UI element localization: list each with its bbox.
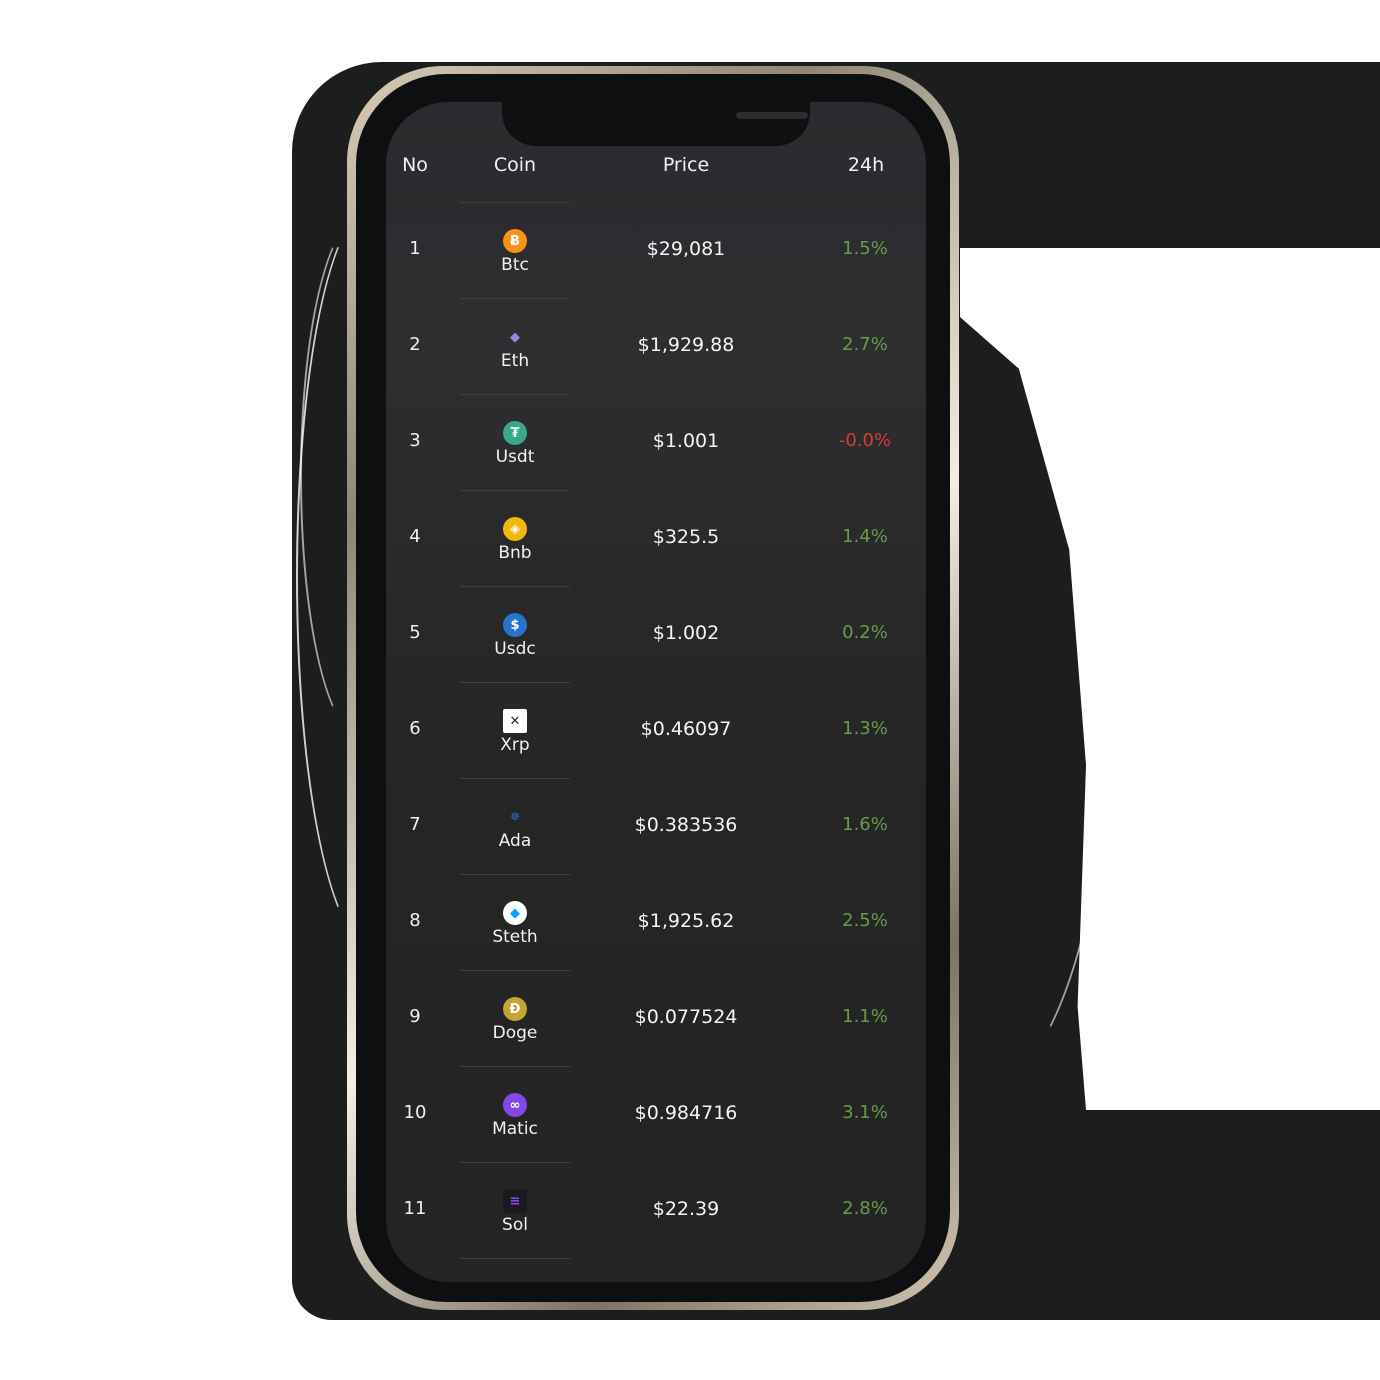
change-24h-value: 2.7% bbox=[842, 334, 888, 355]
change-24h-value: -0.0% bbox=[838, 430, 892, 451]
coin-cell: ◆ Eth bbox=[460, 298, 570, 395]
speaker-grille bbox=[736, 112, 808, 119]
row-number: 6 bbox=[409, 718, 421, 739]
steth-icon: ◆ bbox=[503, 901, 527, 925]
row-number: 1 bbox=[409, 238, 421, 259]
coin-label: Doge bbox=[492, 1023, 538, 1043]
price-value: $0.383536 bbox=[634, 814, 738, 836]
price-value: $29,081 bbox=[646, 238, 726, 260]
price-value: $0.077524 bbox=[634, 1006, 738, 1028]
coin-cell: ◈ Bnb bbox=[460, 490, 570, 587]
table-row[interactable]: 8 ◆ Steth $1,925.62 2.5% bbox=[386, 874, 926, 970]
price-value: $325.5 bbox=[652, 526, 720, 548]
change-24h-value: 1.5% bbox=[842, 238, 888, 259]
change-24h-value: 1.4% bbox=[842, 526, 888, 547]
header-24h[interactable]: 24h bbox=[826, 154, 906, 176]
table-row[interactable]: 1 Ƀ Btc $29,081 1.5% bbox=[386, 202, 926, 298]
table-row[interactable]: 7 ✵ Ada $0.383536 1.6% bbox=[386, 778, 926, 874]
coin-label: Ada bbox=[498, 831, 532, 851]
bnb-icon: ◈ bbox=[503, 517, 527, 541]
ethereum-icon: ◆ bbox=[510, 329, 520, 345]
notch bbox=[502, 102, 810, 146]
xrp-icon: ✕ bbox=[503, 709, 527, 733]
price-value: $22.39 bbox=[652, 1198, 720, 1220]
coin-cell: ◆ Steth bbox=[460, 874, 570, 971]
coin-label: Btc bbox=[501, 255, 529, 275]
row-number: 11 bbox=[403, 1198, 427, 1219]
change-24h-value: 2.5% bbox=[842, 910, 888, 931]
table-row[interactable]: 9 Đ Doge $0.077524 1.1% bbox=[386, 970, 926, 1066]
table-row[interactable]: 10 ∞ Matic $0.984716 3.1% bbox=[386, 1066, 926, 1162]
header-coin[interactable]: Coin bbox=[470, 154, 560, 176]
change-24h-value: 1.1% bbox=[842, 1006, 888, 1027]
header-price[interactable]: Price bbox=[636, 154, 736, 176]
solana-icon: ≡ bbox=[503, 1189, 527, 1213]
coin-cell: ✵ Ada bbox=[460, 778, 570, 875]
coin-cell: ≡ Sol bbox=[460, 1162, 570, 1259]
coin-label: Usdc bbox=[494, 639, 536, 659]
table-row[interactable]: 2 ◆ Eth $1,929.88 2.7% bbox=[386, 298, 926, 394]
polygon-icon: ∞ bbox=[503, 1093, 527, 1117]
price-value: $1,929.88 bbox=[637, 334, 735, 356]
coin-label: Xrp bbox=[500, 735, 530, 755]
tether-icon: ₮ bbox=[503, 421, 527, 445]
change-24h-value: 1.3% bbox=[842, 718, 888, 739]
row-number: 4 bbox=[409, 526, 421, 547]
row-number: 7 bbox=[409, 814, 421, 835]
stage: No Coin Price 24h 1 Ƀ Btc $29,081 1.5% 2 ◆ Eth $… bbox=[0, 0, 1380, 1380]
table-row[interactable]: 4 ◈ Bnb $325.5 1.4% bbox=[386, 490, 926, 586]
header-no[interactable]: No bbox=[396, 154, 434, 176]
coin-label: Matic bbox=[492, 1119, 538, 1139]
table-row[interactable]: 3 ₮ Usdt $1.001 -0.0% bbox=[386, 394, 926, 490]
usdc-icon: $ bbox=[503, 613, 527, 637]
row-number: 2 bbox=[409, 334, 421, 355]
coin-cell: ₮ Usdt bbox=[460, 394, 570, 491]
coin-label: Sol bbox=[502, 1215, 528, 1235]
coin-cell: Đ Doge bbox=[460, 970, 570, 1067]
table-row[interactable]: 5 $ Usdc $1.002 0.2% bbox=[386, 586, 926, 682]
table-row[interactable]: 11 ≡ Sol $22.39 2.8% bbox=[386, 1162, 926, 1258]
price-value: $1.002 bbox=[652, 622, 720, 644]
row-number: 5 bbox=[409, 622, 421, 643]
row-number: 3 bbox=[409, 430, 421, 451]
coin-label: Usdt bbox=[495, 447, 535, 467]
change-24h-value: 1.6% bbox=[842, 814, 888, 835]
coin-label: Eth bbox=[500, 351, 530, 371]
row-number: 9 bbox=[409, 1006, 421, 1027]
price-value: $1,925.62 bbox=[637, 910, 735, 932]
price-value: $1.001 bbox=[652, 430, 720, 452]
phone-screen: No Coin Price 24h 1 Ƀ Btc $29,081 1.5% 2 ◆ Eth $… bbox=[386, 102, 926, 1282]
price-value: $0.46097 bbox=[640, 718, 732, 740]
table-bottom-divider bbox=[460, 1258, 570, 1259]
table-row[interactable]: 6 ✕ Xrp $0.46097 1.3% bbox=[386, 682, 926, 778]
coin-cell: Ƀ Btc bbox=[460, 202, 570, 299]
dogecoin-icon: Đ bbox=[503, 997, 527, 1021]
table-header: No Coin Price 24h bbox=[386, 154, 926, 186]
price-value: $0.984716 bbox=[634, 1102, 738, 1124]
coin-label: Steth bbox=[492, 927, 538, 947]
change-24h-value: 2.8% bbox=[842, 1198, 888, 1219]
bitcoin-icon: Ƀ bbox=[503, 229, 527, 253]
row-number: 10 bbox=[403, 1102, 427, 1123]
cardano-icon: ✵ bbox=[509, 809, 521, 825]
coin-cell: ✕ Xrp bbox=[460, 682, 570, 779]
row-number: 8 bbox=[409, 910, 421, 931]
coin-cell: $ Usdc bbox=[460, 586, 570, 683]
change-24h-value: 0.2% bbox=[842, 622, 888, 643]
coin-label: Bnb bbox=[498, 543, 532, 563]
coin-cell: ∞ Matic bbox=[460, 1066, 570, 1163]
change-24h-value: 3.1% bbox=[842, 1102, 888, 1123]
